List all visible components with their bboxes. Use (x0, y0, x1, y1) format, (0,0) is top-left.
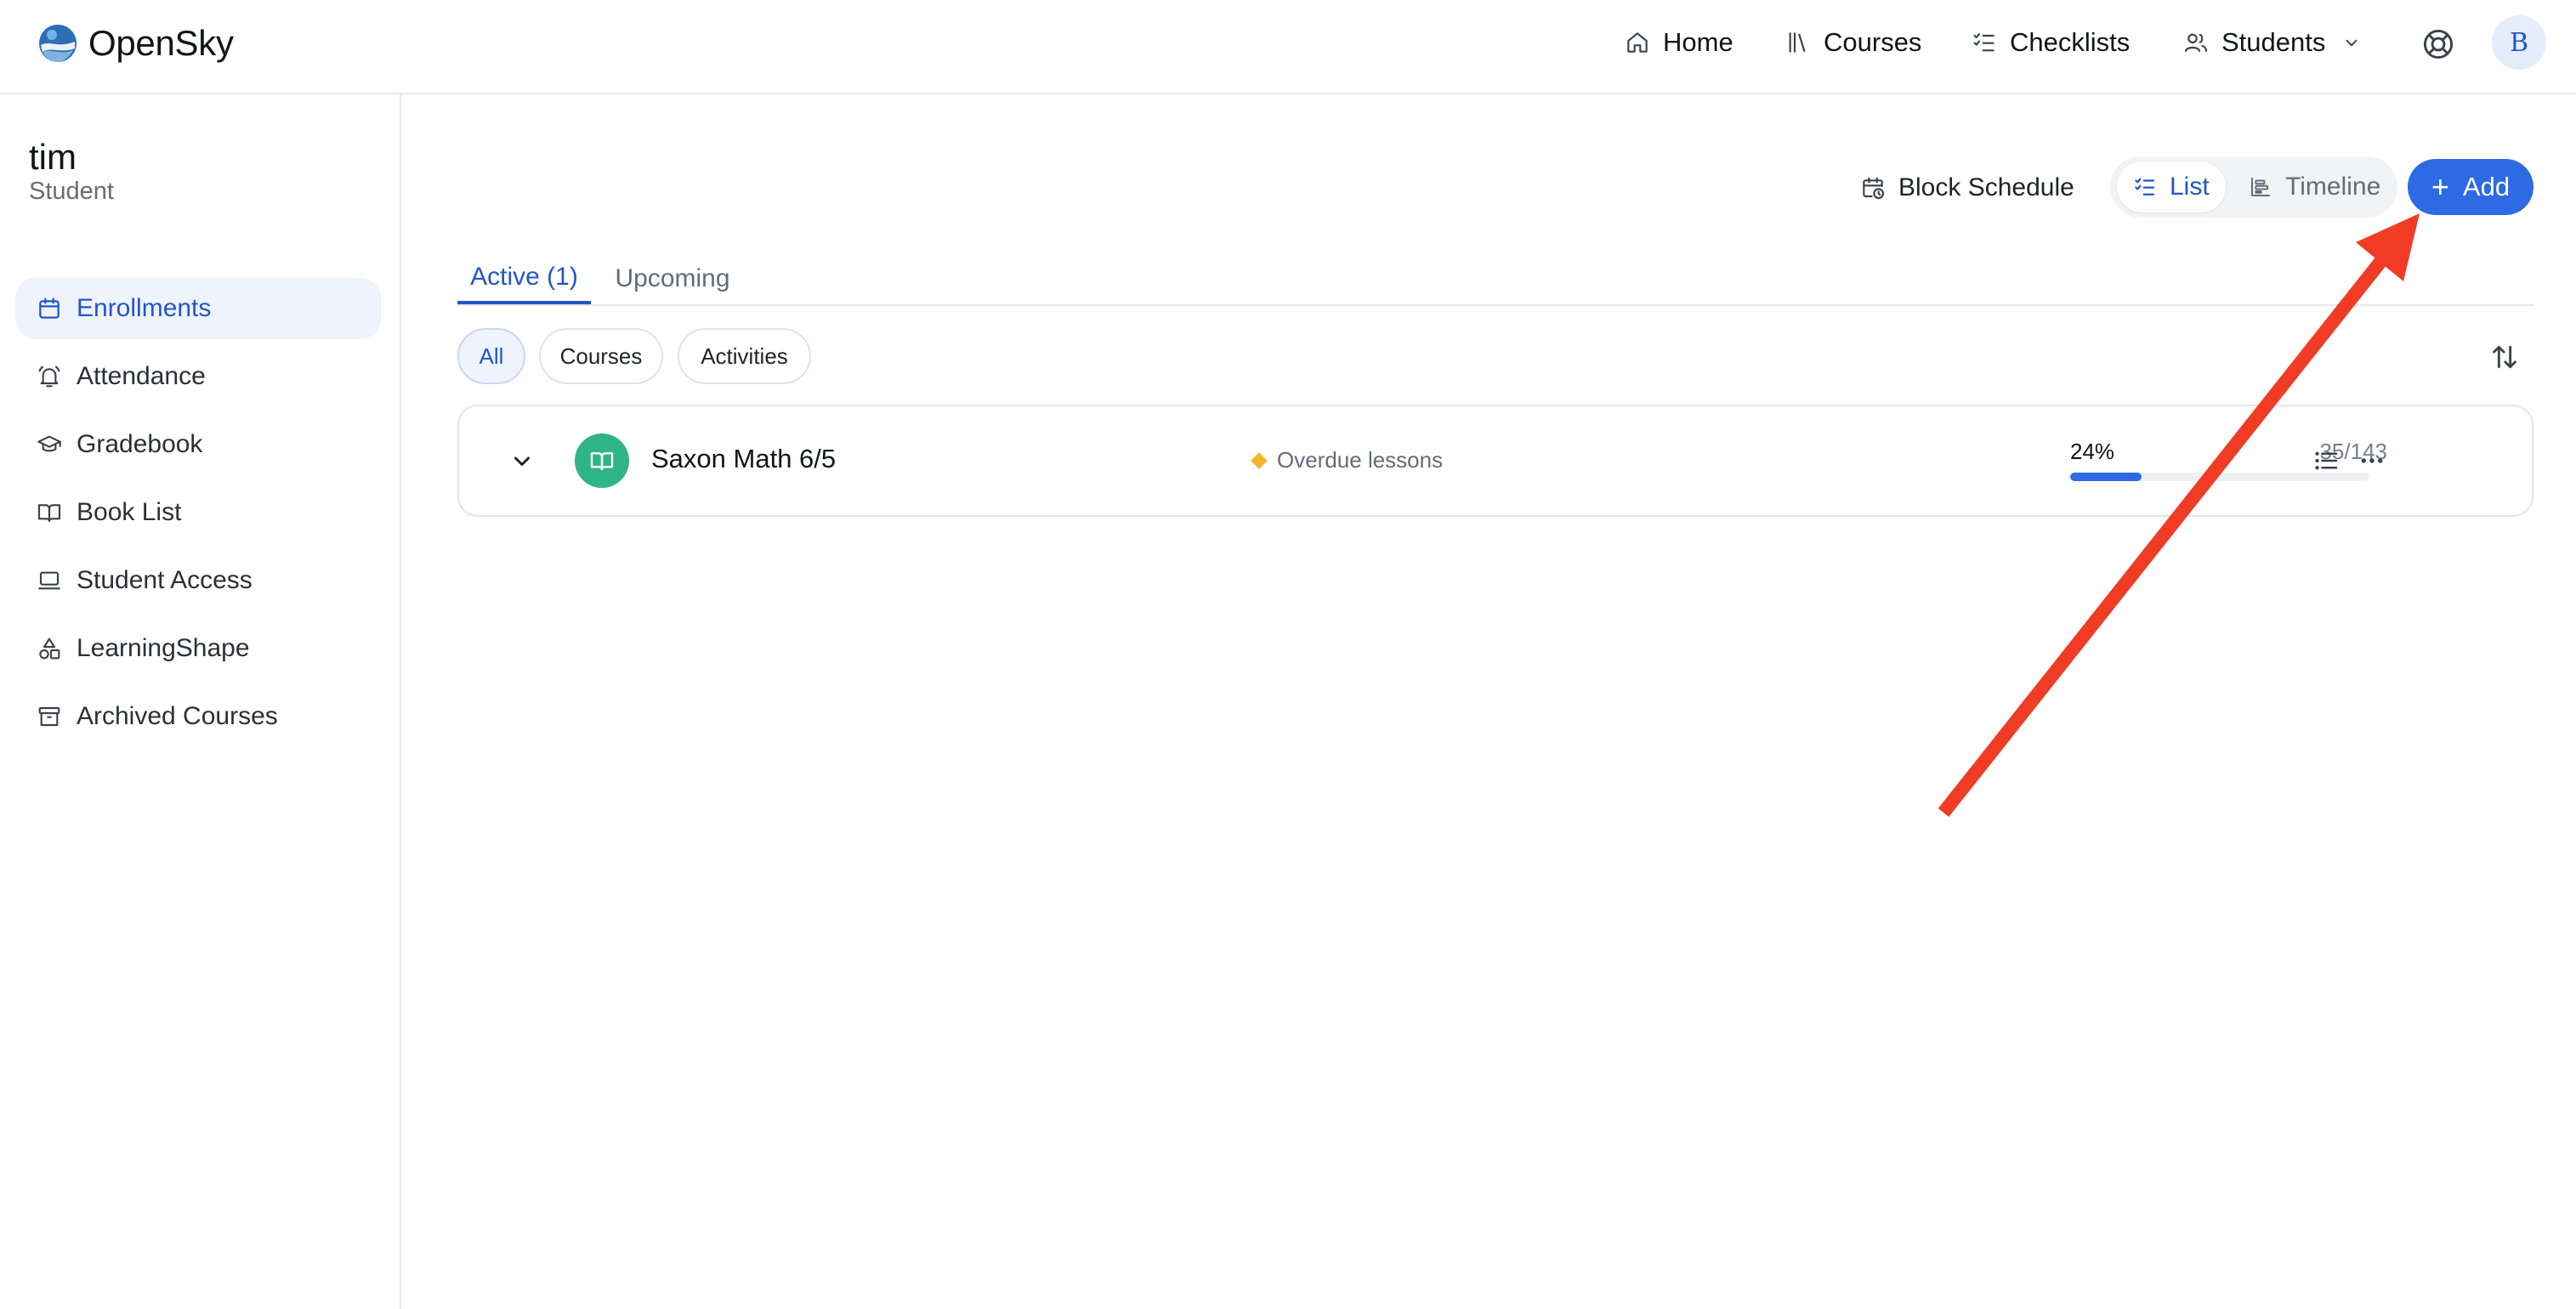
open-book-icon (590, 452, 614, 471)
brand-name: OpenSky (88, 23, 234, 63)
opensky-logo-icon (39, 25, 77, 62)
sort-arrows-icon[interactable] (2488, 340, 2522, 374)
nav-checklists[interactable]: Checklists (1971, 22, 2130, 63)
warning-diamond-icon (1251, 451, 1268, 469)
course-icon (575, 434, 629, 488)
add-button-label: Add (2462, 172, 2511, 201)
add-button[interactable]: + Add (2408, 159, 2533, 215)
lessons-list-icon[interactable] (2311, 445, 2341, 476)
sidebar-item-gradebook[interactable]: Gradebook (15, 414, 381, 475)
enrollment-tabs: Active (1) Upcoming (457, 245, 2533, 306)
student-name: tim (29, 137, 77, 177)
enrollment-card: Saxon Math 6/5 Overdue lessons 24% 35/14… (457, 405, 2533, 517)
progress-percent: 24% (2070, 439, 2115, 464)
student-role: Student (29, 178, 114, 205)
nav-students-dropdown[interactable]: Students (2182, 22, 2363, 63)
nav-courses-label: Courses (1824, 27, 1922, 57)
sidebar-item-learningshape[interactable]: LearningShape (15, 618, 381, 679)
graduation-cap-icon (37, 435, 61, 452)
progress-bar-fill (2070, 473, 2142, 481)
nav-students-label: Students (2221, 27, 2326, 57)
chevron-down-icon[interactable] (507, 445, 537, 476)
list-view-label: List (2170, 173, 2210, 201)
chevron-down-icon (2346, 39, 2358, 47)
filter-courses-chip[interactable]: Courses (539, 328, 663, 384)
nav-checklists-label: Checklists (2010, 27, 2131, 57)
nav-home-label: Home (1663, 27, 1733, 57)
sidebar-item-book-list[interactable]: Book List (15, 482, 381, 543)
calendar-icon (39, 298, 60, 319)
nav-courses[interactable]: Courses (1784, 22, 1921, 63)
sidebar-item-student-access[interactable]: Student Access (15, 550, 381, 611)
top-navigation: OpenSky Home Courses Checklists Students (0, 0, 2576, 94)
sidebar-item-label: Gradebook (77, 430, 203, 458)
sidebar-item-label: Attendance (77, 362, 206, 390)
sidebar-item-archived-courses[interactable]: Archived Courses (15, 686, 381, 747)
brand[interactable]: OpenSky (37, 20, 234, 66)
list-view-button[interactable]: List (2117, 162, 2226, 212)
open-book-icon (37, 504, 61, 523)
help-lifebuoy-icon[interactable] (2420, 26, 2457, 63)
user-avatar[interactable]: B (2492, 15, 2546, 70)
filter-activities-chip[interactable]: Activities (678, 328, 811, 384)
tab-upcoming[interactable]: Upcoming (609, 253, 736, 304)
laptop-icon (38, 571, 60, 590)
sidebar-item-label: Enrollments (77, 294, 212, 322)
course-name[interactable]: Saxon Math 6/5 (651, 444, 836, 474)
home-icon (1627, 32, 1648, 53)
nav-home[interactable]: Home (1624, 22, 1733, 63)
bell-icon (38, 366, 60, 388)
block-schedule-label: Block Schedule (1898, 173, 2074, 201)
plus-icon: + (2431, 169, 2449, 204)
status-badge: Overdue lessons (1251, 447, 1444, 473)
view-toggle: List Timeline (2110, 156, 2397, 218)
sidebar-item-enrollments[interactable]: Enrollments (15, 278, 381, 339)
sidebar: tim Student Enrollments Attendance Grade… (0, 94, 401, 1309)
shapes-icon (39, 638, 60, 660)
users-icon (2184, 33, 2208, 53)
timeline-view-button[interactable]: Timeline (2239, 162, 2392, 212)
sidebar-item-label: Book List (77, 498, 182, 526)
sidebar-item-label: Student Access (77, 566, 252, 594)
checklist-icon (1973, 32, 1994, 52)
more-options-icon[interactable] (2357, 445, 2387, 476)
calendar-clock-icon (1863, 177, 1885, 200)
timeline-chart-icon (2251, 178, 2270, 196)
status-text: Overdue lessons (1277, 447, 1444, 473)
books-icon (1789, 32, 1806, 53)
tab-active[interactable]: Active (1) (457, 253, 591, 304)
block-schedule-button[interactable]: Block Schedule (1859, 165, 2074, 211)
archive-icon (38, 706, 60, 727)
filter-all-chip[interactable]: All (457, 328, 525, 384)
sidebar-item-attendance[interactable]: Attendance (15, 346, 381, 407)
timeline-view-label: Timeline (2285, 173, 2381, 201)
list-check-icon (2135, 178, 2155, 196)
sidebar-item-label: Archived Courses (77, 702, 278, 730)
sidebar-item-label: LearningShape (77, 634, 250, 662)
